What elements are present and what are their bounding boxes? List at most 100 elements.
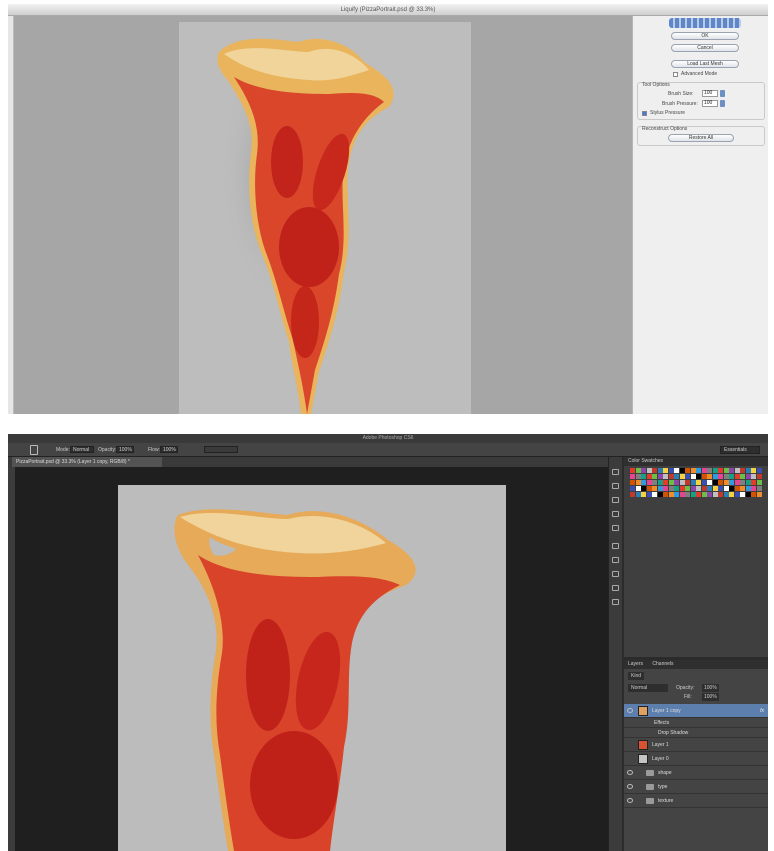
color-swatch[interactable] <box>756 486 762 491</box>
color-swatch[interactable] <box>635 480 641 485</box>
color-swatch[interactable] <box>690 492 696 497</box>
color-swatch[interactable] <box>740 486 745 491</box>
color-swatch[interactable] <box>696 480 701 485</box>
color-swatch[interactable] <box>679 492 685 497</box>
color-swatch[interactable] <box>630 486 635 491</box>
color-swatch[interactable] <box>635 492 641 497</box>
color-swatch[interactable] <box>740 474 745 479</box>
color-swatch[interactable] <box>657 468 663 473</box>
layer-row-layer-1-copy[interactable]: Layer 1 copy fx <box>624 704 768 718</box>
color-swatch[interactable] <box>718 474 723 479</box>
character-icon[interactable] <box>612 511 619 517</box>
brush-size-stepper[interactable] <box>720 90 725 97</box>
document-canvas[interactable] <box>15 467 616 851</box>
color-swatch[interactable] <box>729 474 734 479</box>
color-swatch[interactable] <box>690 486 696 491</box>
options-extra[interactable] <box>204 446 238 453</box>
actions-icon[interactable] <box>612 483 619 489</box>
color-swatch[interactable] <box>674 468 679 473</box>
color-swatch[interactable] <box>745 480 751 485</box>
color-swatch[interactable] <box>729 468 734 473</box>
navigator-icon[interactable] <box>612 571 619 577</box>
color-swatch[interactable] <box>723 474 729 479</box>
color-swatch[interactable] <box>723 480 729 485</box>
color-swatch[interactable] <box>679 480 685 485</box>
properties-icon[interactable] <box>612 543 619 549</box>
color-swatch[interactable] <box>646 486 652 491</box>
color-swatch[interactable] <box>729 486 734 491</box>
flow-field[interactable]: 100% <box>160 446 178 453</box>
color-swatch[interactable] <box>718 486 723 491</box>
color-swatch[interactable] <box>696 492 701 497</box>
color-swatch[interactable] <box>674 492 679 497</box>
layer-group-type[interactable]: type <box>624 780 768 794</box>
color-swatch[interactable] <box>657 486 663 491</box>
cancel-button[interactable]: Cancel <box>671 44 739 52</box>
color-swatch[interactable] <box>646 468 652 473</box>
color-swatch[interactable] <box>718 468 723 473</box>
brush-size-field[interactable]: 100 <box>702 90 718 97</box>
color-swatch[interactable] <box>657 474 663 479</box>
color-swatch[interactable] <box>745 474 751 479</box>
color-swatch[interactable] <box>679 474 685 479</box>
color-swatch[interactable] <box>674 474 679 479</box>
color-swatch[interactable] <box>712 480 718 485</box>
visibility-eye-icon[interactable] <box>627 798 633 803</box>
visibility-eye-icon[interactable] <box>627 784 633 789</box>
color-swatch[interactable] <box>674 486 679 491</box>
color-swatch[interactable] <box>679 468 685 473</box>
fx-icon[interactable]: fx <box>760 704 764 718</box>
color-swatch[interactable] <box>751 492 756 497</box>
color-swatch[interactable] <box>756 480 762 485</box>
color-swatch[interactable] <box>685 480 690 485</box>
mode-select[interactable]: Normal <box>70 446 94 453</box>
color-swatch[interactable] <box>657 480 663 485</box>
color-swatch[interactable] <box>668 486 674 491</box>
blend-mode-select[interactable]: Normal <box>628 684 668 692</box>
color-swatch[interactable] <box>668 480 674 485</box>
brush-pressure-stepper[interactable] <box>720 100 725 107</box>
color-swatch[interactable] <box>756 492 762 497</box>
color-swatch[interactable] <box>630 468 635 473</box>
color-swatch[interactable] <box>668 468 674 473</box>
color-swatch[interactable] <box>751 486 756 491</box>
color-swatch[interactable] <box>646 480 652 485</box>
color-swatch[interactable] <box>740 492 745 497</box>
color-swatch[interactable] <box>685 492 690 497</box>
color-swatch[interactable] <box>729 480 734 485</box>
color-swatch[interactable] <box>701 468 707 473</box>
color-swatch[interactable] <box>701 480 707 485</box>
color-swatch[interactable] <box>712 486 718 491</box>
color-swatch[interactable] <box>751 480 756 485</box>
paragraph-icon[interactable] <box>612 525 619 531</box>
color-swatch[interactable] <box>641 486 646 491</box>
liquify-preview-area[interactable] <box>14 16 632 414</box>
visibility-eye-icon[interactable] <box>627 770 633 775</box>
color-swatch[interactable] <box>723 486 729 491</box>
layer-group-texture[interactable]: texture <box>624 794 768 808</box>
fill-field[interactable]: 100% <box>702 693 719 701</box>
color-swatch[interactable] <box>635 474 641 479</box>
color-swatch[interactable] <box>707 474 712 479</box>
clone-source-icon[interactable] <box>612 599 619 605</box>
color-swatch[interactable] <box>723 468 729 473</box>
color-swatch[interactable] <box>668 474 674 479</box>
color-swatch[interactable] <box>718 492 723 497</box>
layer-group-shape[interactable]: shape <box>624 766 768 780</box>
color-swatch[interactable] <box>745 468 751 473</box>
color-swatch[interactable] <box>734 468 740 473</box>
info-icon[interactable] <box>612 557 619 563</box>
color-swatch[interactable] <box>685 468 690 473</box>
color-swatch[interactable] <box>641 468 646 473</box>
color-swatch[interactable] <box>630 474 635 479</box>
color-swatch[interactable] <box>707 492 712 497</box>
opacity-field[interactable]: 100% <box>116 446 134 453</box>
color-swatch[interactable] <box>712 474 718 479</box>
color-swatch[interactable] <box>734 474 740 479</box>
workspace-switcher[interactable]: Essentials <box>720 446 760 454</box>
color-swatch[interactable] <box>712 492 718 497</box>
color-swatch[interactable] <box>641 492 646 497</box>
color-swatch[interactable] <box>696 468 701 473</box>
document-tab[interactable]: PizzaPortrait.psd @ 33.3% (Layer 1 copy,… <box>12 457 162 467</box>
styles-icon[interactable] <box>612 585 619 591</box>
